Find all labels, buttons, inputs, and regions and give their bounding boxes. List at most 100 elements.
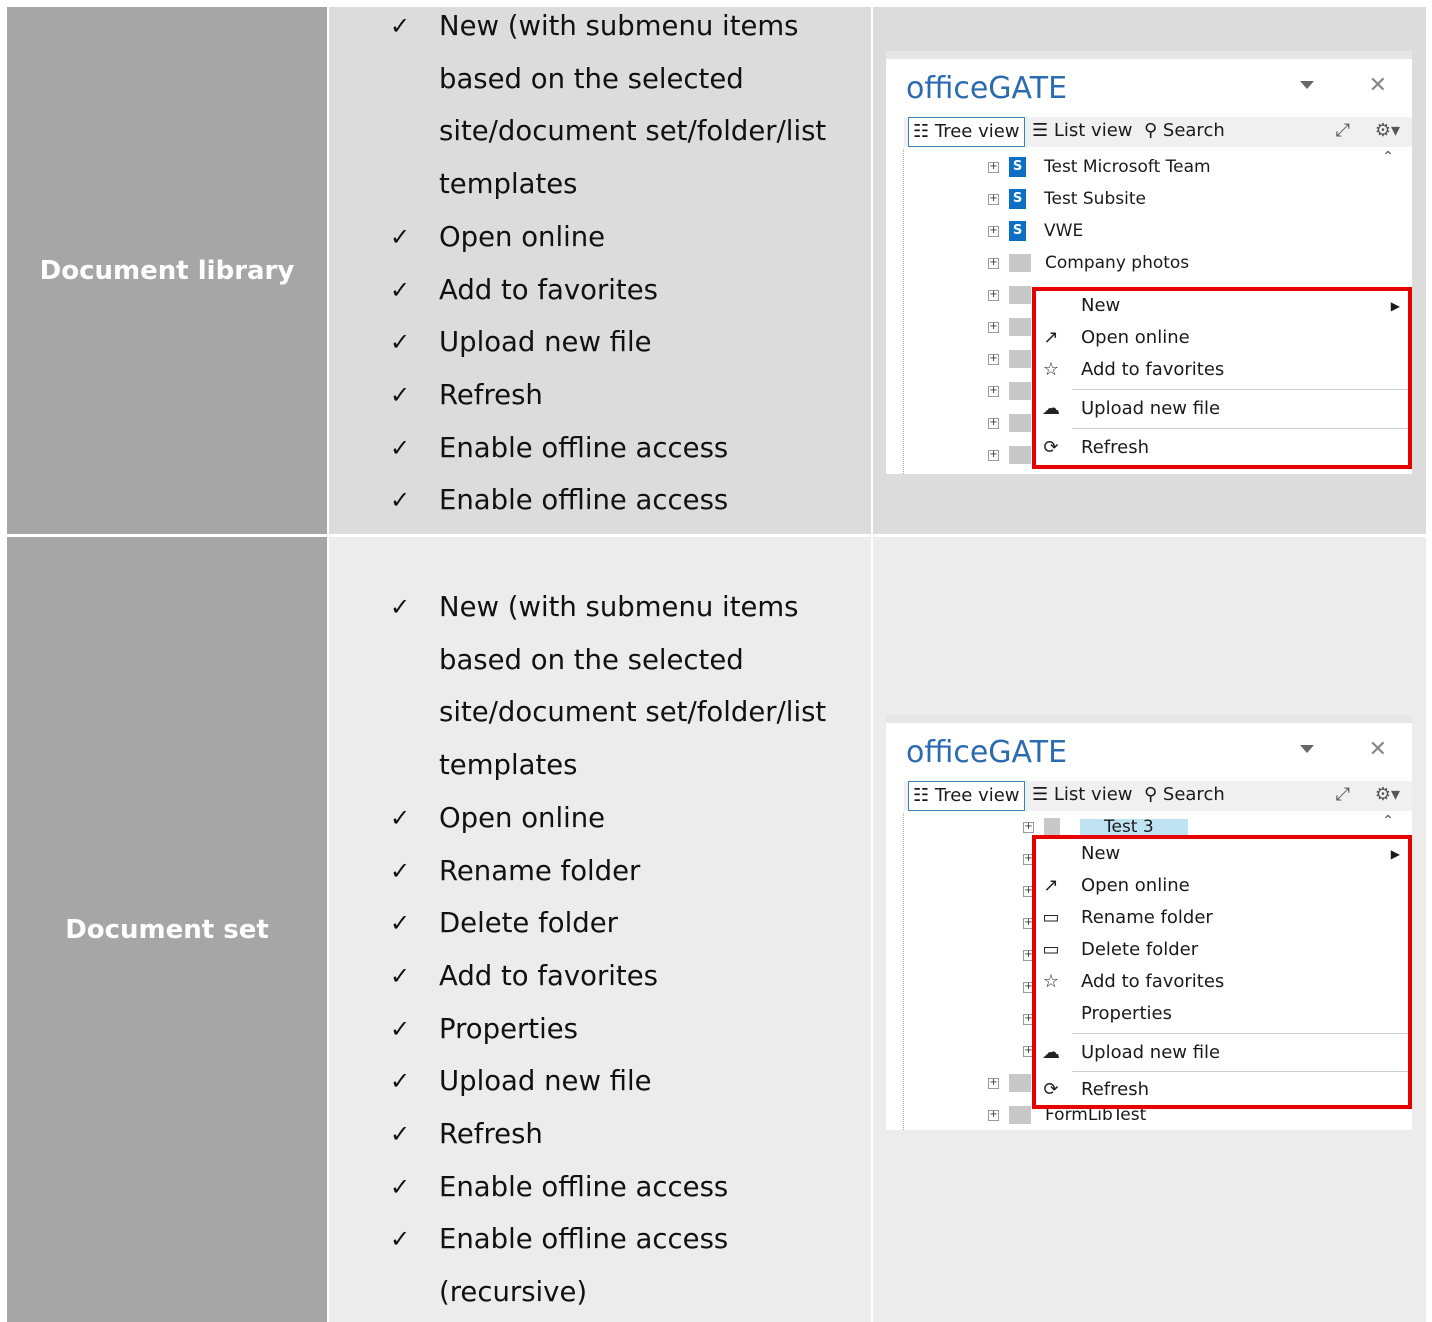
menu-item-add-to-favorites[interactable]: ☆ Add to favorites	[1036, 355, 1408, 385]
list-view-icon: ☰	[1032, 120, 1054, 141]
expand-node-icon[interactable]: +	[988, 353, 999, 365]
list-item: ✓ Add to favorites	[329, 264, 869, 317]
tree-node[interactable]: + S Test Subsite	[988, 185, 1146, 213]
library-icon	[1009, 318, 1031, 336]
check-icon: ✓	[390, 803, 411, 832]
tab-search[interactable]: ⚲ Search	[1144, 117, 1225, 145]
check-icon: ✓	[390, 1120, 411, 1149]
library-icon	[1009, 414, 1031, 432]
screenshot-cell: officeGATE ✕ ☷ Tree view ☰ List view ⚲ S…	[873, 7, 1426, 534]
menu-item-new[interactable]: New ▶	[1036, 839, 1408, 869]
table-row-document-set: Document set ✓ New (with submenu items ba…	[7, 537, 1426, 1322]
menu-item-refresh[interactable]: ⟳ Refresh	[1036, 1075, 1408, 1105]
expand-node-icon[interactable]: +	[988, 225, 999, 237]
menu-item-open-online[interactable]: ↗ Open online	[1036, 871, 1408, 901]
tab-list-view[interactable]: ☰ List view	[1032, 117, 1133, 145]
row-label: Document library	[39, 255, 295, 286]
menu-item-delete-folder[interactable]: ▭ Delete folder	[1036, 935, 1408, 965]
star-icon: ☆	[1042, 359, 1060, 380]
submenu-arrow-icon: ▶	[1390, 299, 1400, 313]
tab-tree-view[interactable]: ☷ Tree view	[908, 781, 1025, 811]
check-icon: ✓	[390, 12, 411, 40]
scroll-up-icon[interactable]: ⌃	[1382, 813, 1394, 829]
expand-node-icon[interactable]: +	[988, 1109, 999, 1121]
expand-node-icon[interactable]: +	[988, 449, 999, 461]
check-icon: ✓	[390, 909, 411, 938]
row-label: Document set	[65, 914, 269, 945]
brand-title: officeGATE	[906, 735, 1068, 770]
expand-icon[interactable]: ⤢	[1336, 781, 1350, 809]
list-item: ✓ New (with submenu items based on the se…	[329, 581, 869, 792]
expand-node-icon[interactable]: +	[988, 161, 999, 173]
library-icon	[1009, 1106, 1031, 1124]
expand-node-icon[interactable]: +	[988, 193, 999, 205]
menu-item-open-online[interactable]: ↗ Open online	[1036, 323, 1408, 353]
scroll-up-icon[interactable]: ⌃	[1382, 149, 1394, 165]
expand-node-icon[interactable]: +	[988, 417, 999, 429]
panel-toolbar: ☷ Tree view ☰ List view ⚲ Search ⤢ ⚙▾	[904, 117, 1412, 147]
dropdown-caret-icon[interactable]	[1300, 81, 1314, 89]
tab-tree-view[interactable]: ☷ Tree view	[908, 117, 1025, 147]
search-icon: ⚲	[1144, 784, 1163, 805]
library-icon	[1009, 1074, 1031, 1092]
list-item: ✓ Properties	[329, 1003, 869, 1056]
row-label-cell: Document library	[7, 7, 327, 534]
check-icon: ✓	[390, 961, 411, 990]
cloud-upload-icon: ☁	[1042, 398, 1060, 419]
check-icon: ✓	[390, 380, 411, 409]
menu-separator	[1072, 1071, 1408, 1072]
refresh-icon: ⟳	[1043, 1079, 1059, 1100]
tab-list-view[interactable]: ☰ List view	[1032, 781, 1133, 809]
expand-node-icon[interactable]: +	[988, 385, 999, 397]
dropdown-caret-icon[interactable]	[1300, 745, 1314, 753]
gear-icon[interactable]: ⚙▾	[1375, 781, 1400, 809]
feature-list: ✓ New (with submenu items based on the se…	[329, 0, 869, 580]
tree-node[interactable]: + S Test Microsoft Team	[988, 153, 1211, 181]
menu-separator	[1072, 428, 1408, 429]
menu-item-new[interactable]: New ▶	[1036, 291, 1408, 321]
menu-item-rename-folder[interactable]: ▭ Rename folder	[1036, 903, 1408, 933]
expand-node-icon[interactable]: +	[988, 321, 999, 333]
panel-toolbar: ☷ Tree view ☰ List view ⚲ Search ⤢ ⚙▾	[904, 781, 1412, 811]
list-item: ✓ Delete folder	[329, 897, 869, 950]
check-icon: ✓	[390, 275, 411, 304]
context-menu: New ▶ ↗ Open online ☆ Add to favorites ☁ Upl…	[1032, 287, 1412, 469]
list-item: ✓ Rename folder	[329, 845, 869, 898]
menu-item-add-to-favorites[interactable]: ☆ Add to favorites	[1036, 967, 1408, 997]
tree-guide-line	[903, 813, 904, 1130]
menu-separator	[1072, 389, 1408, 390]
list-item: ✓ Upload new file	[329, 316, 869, 369]
menu-separator	[1072, 1033, 1408, 1034]
row-label-cell: Document set	[7, 537, 327, 1322]
tree-node[interactable]: + Company photos	[988, 249, 1189, 277]
menu-item-refresh[interactable]: ⟳ Refresh	[1036, 433, 1408, 463]
brand-title: officeGATE	[906, 71, 1068, 106]
expand-icon[interactable]: ⤢	[1336, 117, 1350, 145]
expand-node-icon[interactable]: +	[988, 289, 999, 301]
list-item: ✓ Enable offline access	[329, 422, 869, 475]
check-icon: ✓	[390, 1014, 411, 1043]
expand-node-icon[interactable]: +	[988, 257, 999, 269]
library-icon	[1009, 350, 1031, 368]
library-icon	[1009, 286, 1031, 304]
tree-node[interactable]: + S VWE	[988, 217, 1083, 245]
menu-item-properties[interactable]: Properties	[1036, 999, 1408, 1029]
sharepoint-icon: S	[1009, 221, 1026, 241]
panel-top-strip	[886, 715, 1412, 723]
gear-icon[interactable]: ⚙▾	[1375, 117, 1400, 145]
tree-view-icon: ☷	[913, 121, 935, 142]
list-view-icon: ☰	[1032, 784, 1054, 805]
list-item: ✓ Open online	[329, 211, 869, 264]
close-icon[interactable]: ✕	[1369, 73, 1387, 98]
close-icon[interactable]: ✕	[1369, 737, 1387, 762]
tab-search[interactable]: ⚲ Search	[1144, 781, 1225, 809]
open-external-icon: ↗	[1043, 875, 1059, 896]
library-icon	[1009, 254, 1031, 272]
check-icon: ✓	[390, 1067, 411, 1096]
expand-node-icon[interactable]: +	[1023, 821, 1034, 833]
menu-item-upload-new-file[interactable]: ☁ Upload new file	[1036, 1038, 1408, 1068]
menu-item-upload-new-file[interactable]: ☁ Upload new file	[1036, 394, 1408, 424]
expand-node-icon[interactable]: +	[988, 1077, 999, 1089]
list-item: ✓ New (with submenu items based on the se…	[329, 0, 869, 211]
check-icon: ✓	[390, 1172, 411, 1201]
